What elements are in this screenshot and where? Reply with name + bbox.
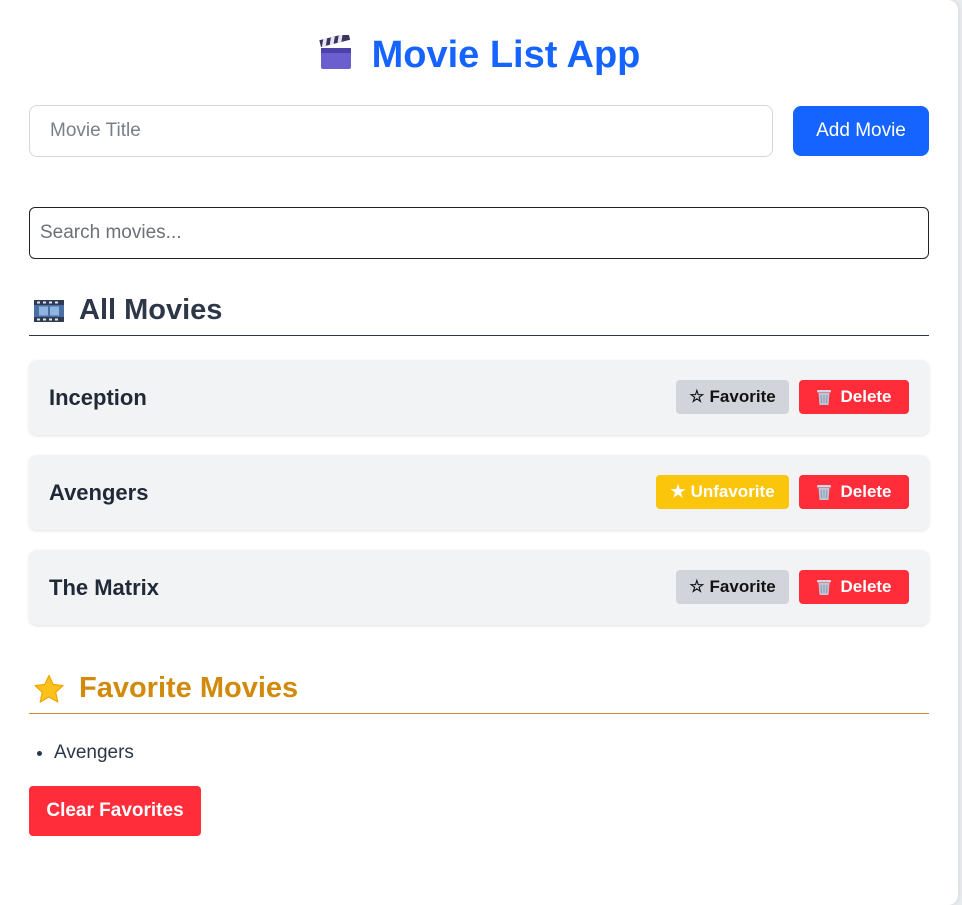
- favorite-button[interactable]: ☆ Favorite: [676, 380, 789, 414]
- movie-list-item: The Matrix ☆ Favorite Delete: [29, 550, 929, 625]
- movie-title: Avengers: [49, 480, 149, 505]
- favorite-button-label: Favorite: [709, 577, 776, 596]
- app-card: Movie List App Add Movie All Movies: [0, 0, 958, 905]
- favorite-movies-heading-text: Favorite Movies: [79, 672, 299, 704]
- wastebasket-icon: [816, 388, 832, 406]
- film-frames-icon: [33, 297, 65, 325]
- delete-button-label: Delete: [840, 387, 892, 406]
- search-input[interactable]: [29, 207, 929, 259]
- favorite-button[interactable]: ☆ Favorite: [676, 570, 789, 604]
- page-title: Movie List App: [0, 30, 958, 80]
- wastebasket-icon: [816, 483, 832, 501]
- all-movies-heading: All Movies: [29, 286, 929, 336]
- movie-title: The Matrix: [49, 575, 160, 600]
- star-outline-icon: ☆: [689, 387, 705, 406]
- clear-favorites-button[interactable]: Clear Favorites: [29, 786, 201, 836]
- star-icon: [33, 674, 65, 704]
- clapperboard-icon: [318, 35, 354, 71]
- add-movie-button[interactable]: Add Movie: [793, 106, 929, 156]
- favorite-movies-heading: Favorite Movies: [29, 664, 929, 714]
- movie-list-item: Inception ☆ Favorite Delete: [29, 360, 929, 435]
- delete-button[interactable]: Delete: [799, 570, 909, 604]
- star-outline-icon: ☆: [689, 577, 705, 596]
- favorite-button-label: Favorite: [709, 387, 776, 406]
- favorite-movies-list: Avengers: [54, 740, 134, 766]
- delete-button-label: Delete: [840, 482, 892, 501]
- wastebasket-icon: [816, 578, 832, 596]
- delete-button[interactable]: Delete: [799, 380, 909, 414]
- favorite-list-item: Avengers: [54, 740, 134, 766]
- unfavorite-button[interactable]: ★ Unfavorite: [656, 475, 789, 509]
- star-filled-icon: ★: [670, 482, 686, 501]
- page-title-text: Movie List App: [371, 33, 641, 76]
- movie-list-item: Avengers ★ Unfavorite Delete: [29, 455, 929, 530]
- unfavorite-button-label: Unfavorite: [690, 482, 775, 501]
- movie-title: Inception: [49, 385, 147, 410]
- delete-button[interactable]: Delete: [799, 475, 909, 509]
- delete-button-label: Delete: [840, 577, 892, 596]
- all-movies-heading-text: All Movies: [79, 294, 223, 326]
- movie-title-input[interactable]: [29, 105, 773, 157]
